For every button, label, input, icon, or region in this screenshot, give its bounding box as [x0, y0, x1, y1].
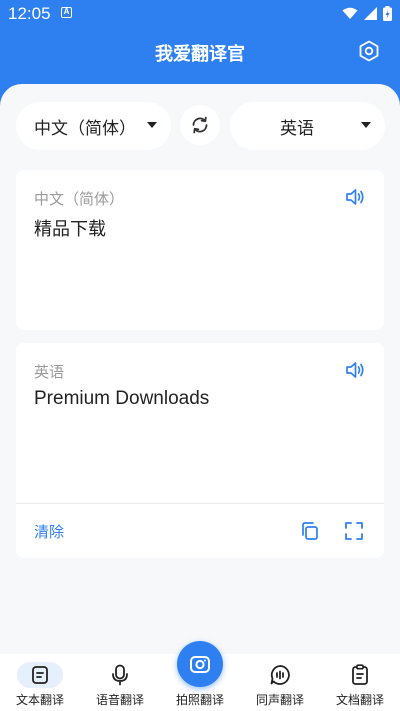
page-title: 我爱翻译官 — [155, 44, 245, 65]
clear-button[interactable]: 清除 — [34, 521, 64, 542]
tab-icon-wrap — [97, 662, 143, 688]
tab-document-translation[interactable]: 文档翻译 — [320, 654, 400, 711]
tab-text-translation[interactable]: 文本翻译 — [0, 654, 80, 711]
system-icons — [342, 6, 392, 21]
copy-icon[interactable] — [300, 521, 320, 541]
tab-label: 文本翻译 — [15, 693, 64, 707]
tab-label: 拍照翻译 — [175, 693, 224, 707]
text-doc-icon — [32, 666, 48, 684]
dropdown-caret-icon — [147, 122, 157, 128]
speaker-icon[interactable] — [344, 359, 366, 381]
status-bar: 12:05 A — [0, 0, 400, 28]
battery-icon — [383, 6, 392, 21]
tab-label: 文档翻译 — [335, 693, 384, 707]
target-card-language: 英语 — [34, 363, 65, 381]
translation-result-card: 英语 Premium Downloads 清除 — [16, 343, 384, 558]
camera-icon — [190, 656, 210, 673]
source-card-language: 中文（简体） — [34, 190, 125, 208]
tab-voice-translation[interactable]: 语音翻译 — [80, 654, 160, 711]
card-divider — [16, 503, 384, 504]
clipboard-doc-icon — [352, 664, 368, 685]
status-time: 12:05 — [8, 4, 51, 23]
source-text: 精品下载 — [34, 219, 106, 240]
dropdown-caret-icon — [361, 122, 371, 128]
tab-icon-wrap — [337, 662, 383, 688]
wifi-icon — [342, 7, 358, 19]
tab-simultaneous-translation[interactable]: 同声翻译 — [240, 654, 320, 711]
settings-hexagon-icon[interactable] — [358, 40, 380, 62]
target-language-selector[interactable]: 英语 — [230, 102, 385, 150]
simultaneous-icon — [270, 665, 290, 685]
microphone-icon — [112, 664, 128, 686]
source-language-label: 中文（简体） — [34, 118, 136, 139]
tab-label: 语音翻译 — [95, 693, 144, 707]
tab-icon-wrap — [17, 662, 63, 688]
notification-badge-icon: A — [61, 7, 72, 18]
translated-text: Premium Downloads — [34, 388, 210, 409]
tab-label: 同声翻译 — [255, 693, 304, 707]
source-text-card[interactable]: 中文（简体） 精品下载 — [16, 170, 384, 330]
tab-icon-wrap — [257, 662, 303, 688]
swap-languages-button[interactable] — [180, 105, 220, 145]
speaker-icon[interactable] — [344, 186, 366, 208]
swap-icon — [192, 116, 208, 134]
fullscreen-icon[interactable] — [344, 521, 364, 541]
camera-button[interactable] — [177, 641, 223, 687]
source-language-selector[interactable]: 中文（简体） — [16, 102, 171, 150]
signal-icon — [364, 7, 377, 20]
target-language-label: 英语 — [280, 118, 314, 139]
